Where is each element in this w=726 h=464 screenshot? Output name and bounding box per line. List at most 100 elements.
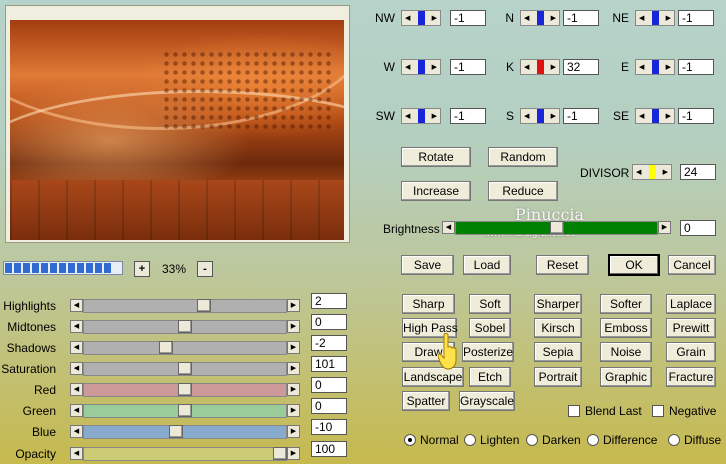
effect-button-sobel[interactable]: Sobel: [469, 318, 511, 338]
matrix-value-se[interactable]: -1: [678, 108, 714, 124]
slider-right-arrow[interactable]: ▶: [287, 299, 300, 312]
slider-right-arrow[interactable]: ▶: [287, 425, 300, 438]
slider-thumb-blue[interactable]: [169, 425, 183, 438]
matrix-value-w[interactable]: -1: [450, 59, 486, 75]
save-button[interactable]: Save: [401, 255, 454, 275]
slider-right-arrow[interactable]: ▶: [287, 341, 300, 354]
slider-track-highlights[interactable]: [83, 299, 287, 313]
slider-value-highlights[interactable]: 2: [311, 293, 347, 309]
slider-left-arrow[interactable]: ◀: [70, 425, 83, 438]
effect-button-sharper[interactable]: Sharper: [534, 294, 582, 314]
matrix-control-k[interactable]: ◀ ▶: [520, 59, 560, 75]
arrow-right-icon: ▶: [550, 113, 556, 120]
slider-track-blue[interactable]: [83, 425, 287, 439]
slider-value-saturation[interactable]: 101: [311, 356, 347, 372]
matrix-value-e[interactable]: -1: [678, 59, 714, 75]
effect-button-etch[interactable]: Etch: [469, 367, 511, 387]
effect-button-emboss[interactable]: Emboss: [600, 318, 652, 338]
mode-radio-diffuse[interactable]: [668, 434, 680, 446]
cancel-button[interactable]: Cancel: [668, 255, 716, 275]
effect-button-sharp[interactable]: Sharp: [402, 294, 455, 314]
slider-left-arrow[interactable]: ◀: [70, 447, 83, 460]
load-button[interactable]: Load: [463, 255, 511, 275]
slider-right-arrow[interactable]: ▶: [287, 447, 300, 460]
effect-button-grain[interactable]: Grain: [666, 342, 716, 362]
matrix-control-ne[interactable]: ◀ ▶: [635, 10, 675, 26]
mode-radio-lighten[interactable]: [464, 434, 476, 446]
slider-left-arrow[interactable]: ◀: [70, 404, 83, 417]
divisor-control[interactable]: ◀ ▶: [632, 164, 672, 180]
effect-button-sepia[interactable]: Sepia: [534, 342, 582, 362]
effect-button-kirsch[interactable]: Kirsch: [534, 318, 582, 338]
effect-button-fracture[interactable]: Fracture: [666, 367, 716, 387]
slider-value-red[interactable]: 0: [311, 377, 347, 393]
slider-left-arrow[interactable]: ◀: [70, 362, 83, 375]
matrix-control-se[interactable]: ◀ ▶: [635, 108, 675, 124]
mode-radio-difference[interactable]: [587, 434, 599, 446]
reduce-button[interactable]: Reduce: [488, 181, 558, 201]
zoom-out-button[interactable]: -: [197, 261, 213, 277]
slider-left-arrow[interactable]: ◀: [70, 299, 83, 312]
matrix-control-s[interactable]: ◀ ▶: [520, 108, 560, 124]
random-button[interactable]: Random: [488, 147, 558, 167]
matrix-value-ne[interactable]: -1: [678, 10, 714, 26]
effect-button-noise[interactable]: Noise: [600, 342, 652, 362]
ok-button[interactable]: OK: [609, 255, 659, 275]
blend-last-checkbox[interactable]: [568, 405, 580, 417]
slider-value-midtones[interactable]: 0: [311, 314, 347, 330]
brightness-left-arrow[interactable]: ◀: [442, 221, 455, 234]
slider-left-arrow[interactable]: ◀: [70, 320, 83, 333]
slider-thumb-highlights[interactable]: [197, 299, 211, 312]
slider-right-arrow[interactable]: ▶: [287, 404, 300, 417]
matrix-value-nw[interactable]: -1: [450, 10, 486, 26]
effect-button-grayscale[interactable]: Grayscale: [459, 391, 515, 411]
matrix-value-sw[interactable]: -1: [450, 108, 486, 124]
brightness-right-arrow[interactable]: ▶: [658, 221, 671, 234]
slider-thumb-midtones[interactable]: [178, 320, 192, 333]
slider-right-arrow[interactable]: ▶: [287, 320, 300, 333]
slider-value-shadows[interactable]: -2: [311, 335, 347, 351]
effect-button-spatter[interactable]: Spatter: [402, 391, 450, 411]
slider-value-blue[interactable]: -10: [311, 419, 347, 435]
slider-thumb-red[interactable]: [178, 383, 192, 396]
negative-checkbox[interactable]: [652, 405, 664, 417]
progress-bar: [3, 261, 123, 275]
effect-button-laplace[interactable]: Laplace: [666, 294, 716, 314]
matrix-control-n[interactable]: ◀ ▶: [520, 10, 560, 26]
effect-button-posterize[interactable]: Posterize: [462, 342, 514, 362]
matrix-value-n[interactable]: -1: [563, 10, 599, 26]
effect-button-portrait[interactable]: Portrait: [534, 367, 582, 387]
matrix-control-nw[interactable]: ◀ ▶: [401, 10, 441, 26]
slider-right-arrow[interactable]: ▶: [287, 383, 300, 396]
mode-radio-darken[interactable]: [526, 434, 538, 446]
effect-button-prewitt[interactable]: Prewitt: [666, 318, 716, 338]
slider-left-arrow[interactable]: ◀: [70, 341, 83, 354]
reset-button[interactable]: Reset: [536, 255, 589, 275]
matrix-control-e[interactable]: ◀ ▶: [635, 59, 675, 75]
zoom-in-button[interactable]: +: [134, 261, 150, 277]
slider-thumb-opacity[interactable]: [273, 447, 287, 460]
slider-track-shadows[interactable]: [83, 341, 287, 355]
slider-track-opacity[interactable]: [83, 447, 287, 461]
slider-value-opacity[interactable]: 100: [311, 441, 347, 457]
mode-radio-normal[interactable]: [404, 434, 416, 446]
rotate-button[interactable]: Rotate: [401, 147, 471, 167]
matrix-label-e: E: [620, 60, 629, 74]
increase-button[interactable]: Increase: [401, 181, 471, 201]
effect-button-soft[interactable]: Soft: [469, 294, 511, 314]
matrix-value-k[interactable]: 32: [563, 59, 599, 75]
slider-value-green[interactable]: 0: [311, 398, 347, 414]
effect-button-softer[interactable]: Softer: [600, 294, 652, 314]
slider-thumb-shadows[interactable]: [159, 341, 173, 354]
matrix-value-s[interactable]: -1: [563, 108, 599, 124]
brightness-field[interactable]: 0: [680, 220, 716, 236]
slider-right-arrow[interactable]: ▶: [287, 362, 300, 375]
matrix-control-w[interactable]: ◀ ▶: [401, 59, 441, 75]
brightness-thumb[interactable]: [550, 221, 564, 234]
slider-left-arrow[interactable]: ◀: [70, 383, 83, 396]
effect-button-graphic[interactable]: Graphic: [600, 367, 652, 387]
slider-thumb-saturation[interactable]: [178, 362, 192, 375]
slider-thumb-green[interactable]: [178, 404, 192, 417]
matrix-control-sw[interactable]: ◀ ▶: [401, 108, 441, 124]
divisor-field[interactable]: 24: [680, 164, 716, 180]
